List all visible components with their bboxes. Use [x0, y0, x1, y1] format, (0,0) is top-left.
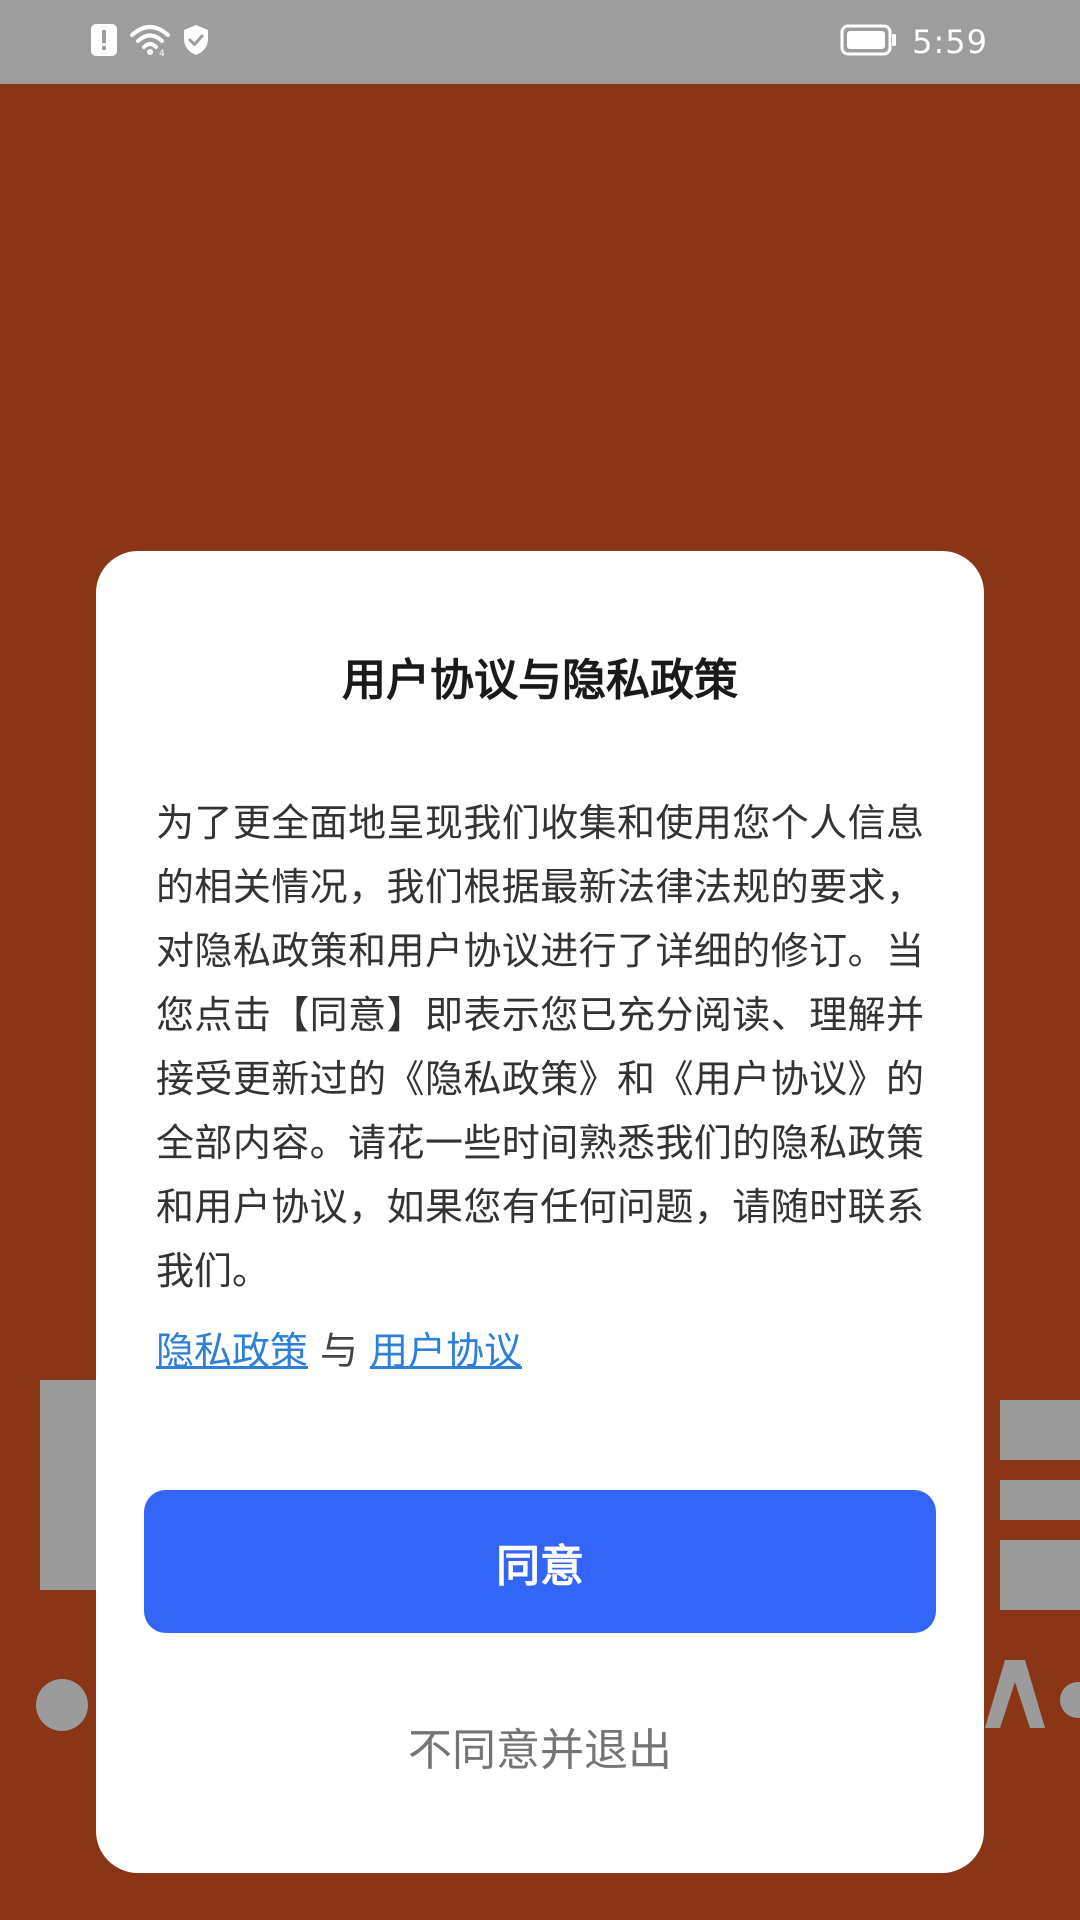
privacy-dialog: 用户协议与隐私政策 为了更全面地呈现我们收集和使用您个人信息的相关情况，我们根据… — [96, 551, 984, 1873]
shield-icon — [182, 24, 210, 60]
svg-text:4: 4 — [159, 49, 165, 57]
dialog-title: 用户协议与隐私政策 — [342, 655, 738, 706]
battery-icon — [840, 24, 898, 60]
dialog-links: 隐私政策与用户协议 — [156, 1319, 522, 1383]
decline-and-exit-button[interactable]: 不同意并退出 — [96, 1711, 984, 1791]
wifi-icon: 4 — [130, 23, 170, 61]
user-agreement-link[interactable]: 用户协议 — [370, 1329, 522, 1373]
links-separator: 与 — [320, 1329, 359, 1373]
status-right: 5:59 — [840, 18, 988, 66]
status-time: 5:59 — [912, 23, 988, 61]
dialog-body-text: 为了更全面地呈现我们收集和使用您个人信息的相关情况，我们根据最新法律法规的要求，… — [156, 801, 924, 1293]
agree-button[interactable]: 同意 — [144, 1490, 936, 1633]
status-bar: 4 5:59 — [0, 0, 1080, 84]
alert-icon — [90, 23, 118, 61]
privacy-policy-link[interactable]: 隐私政策 — [156, 1329, 308, 1373]
status-left-icons: 4 — [90, 22, 210, 62]
app-screen: 4 5:59 用户协议与隐私政策 为了更全面地呈现我们收集和使用您个人信息的相关… — [0, 0, 1080, 1920]
